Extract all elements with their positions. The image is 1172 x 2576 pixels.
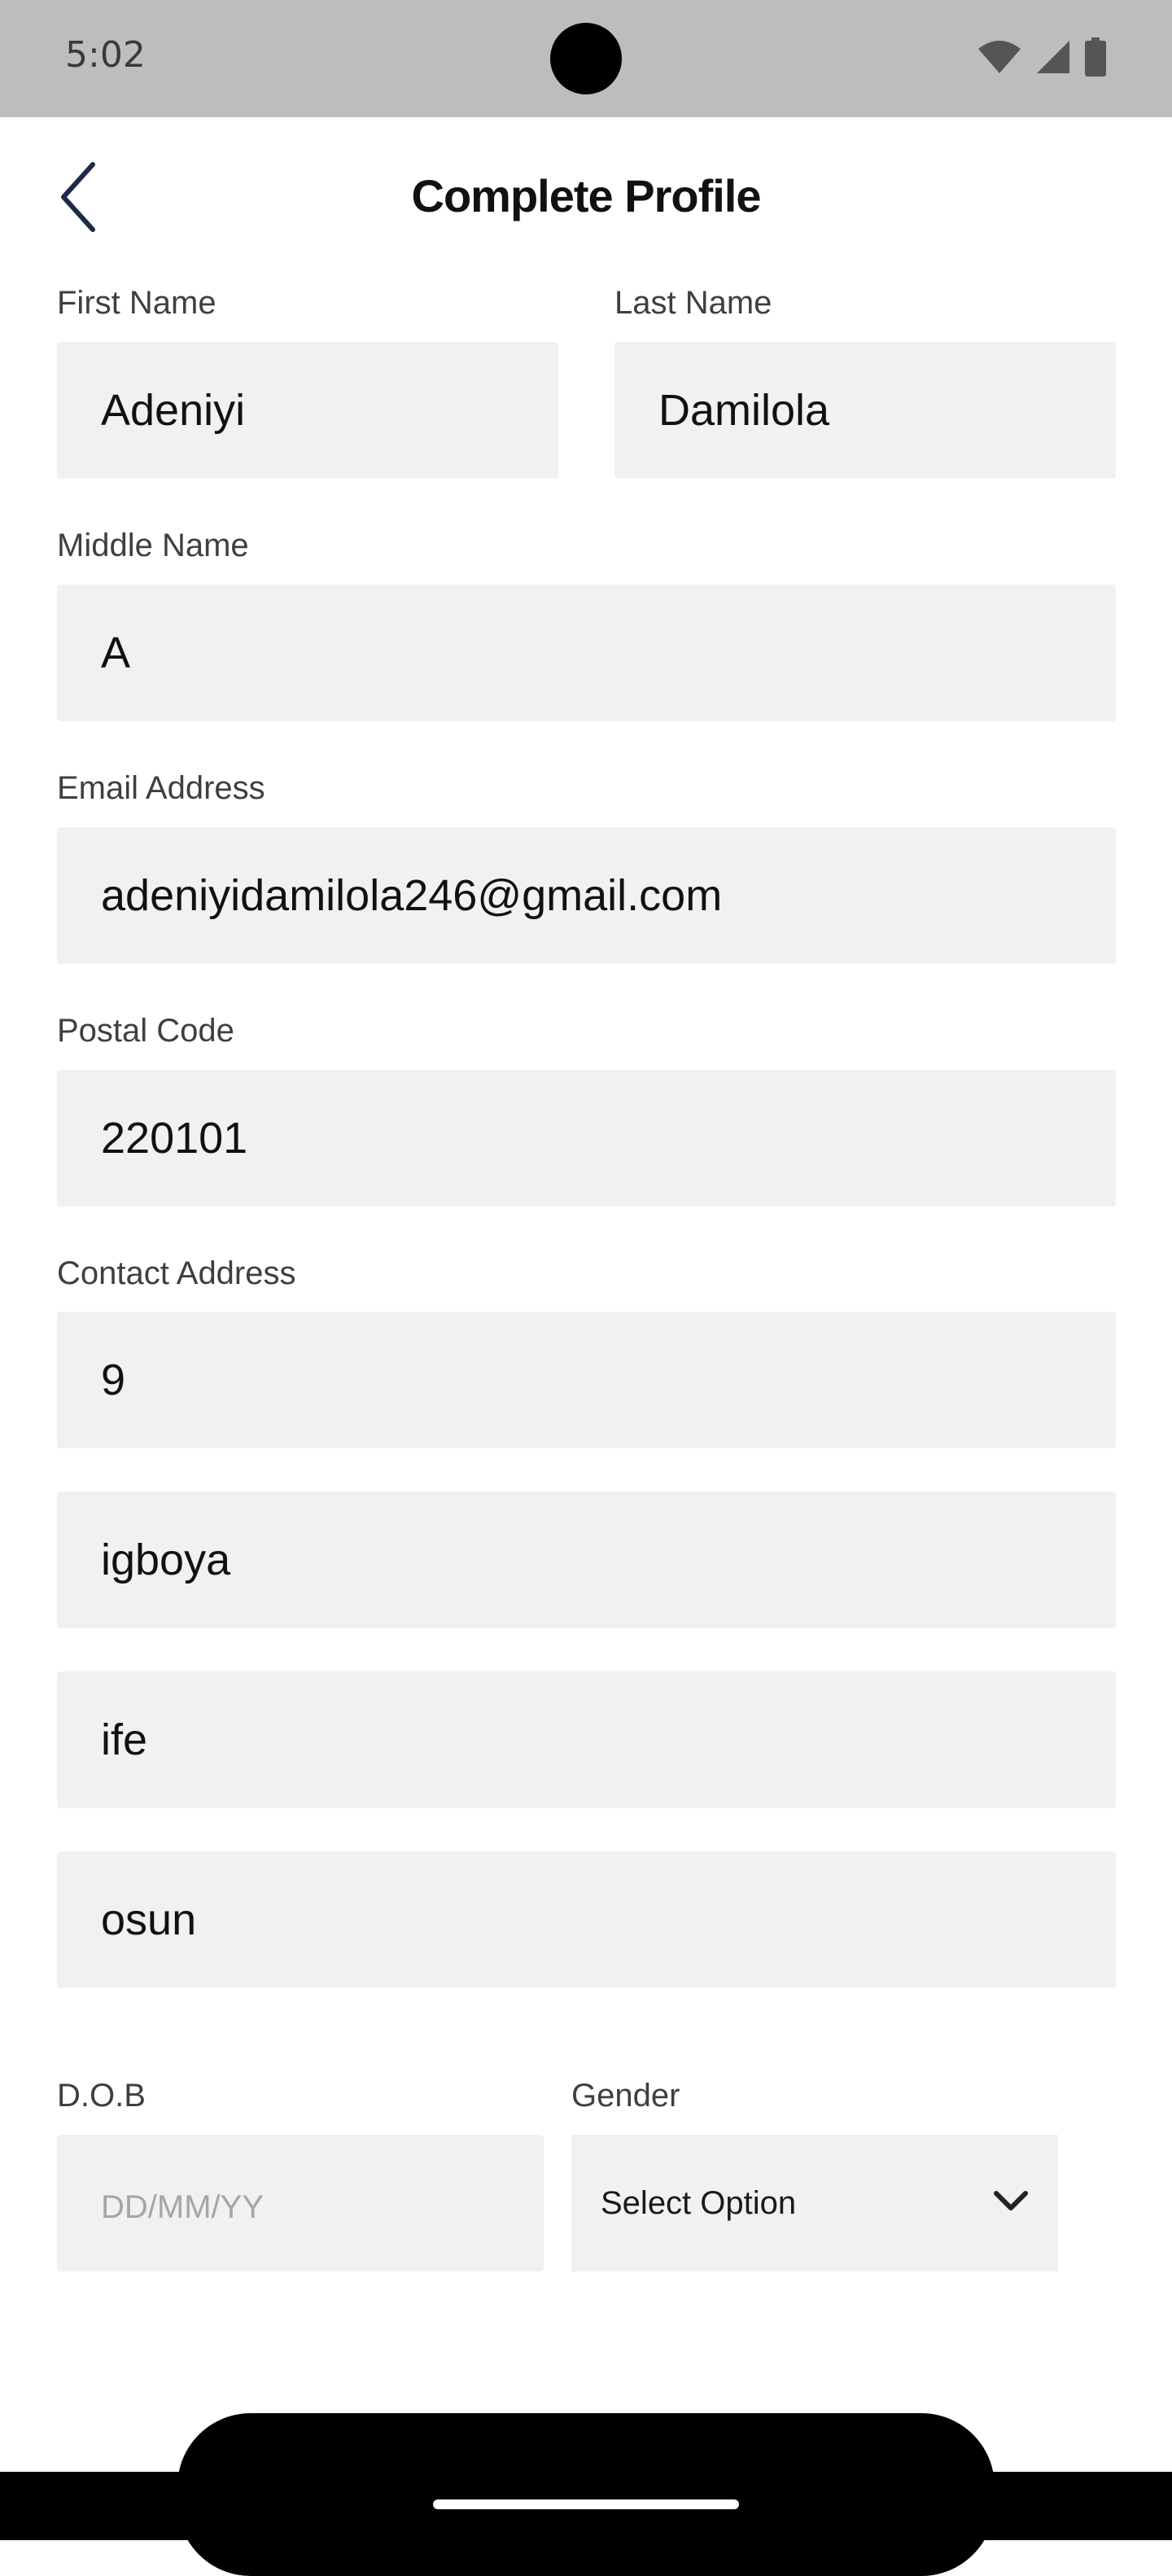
status-icons <box>977 37 1107 77</box>
app-header: Complete Profile <box>0 117 1172 280</box>
camera-cutout <box>550 23 622 94</box>
battery-icon <box>1084 37 1107 77</box>
page-title: Complete Profile <box>411 170 762 221</box>
contact-address-line-3[interactable] <box>57 1671 1116 1808</box>
last-name-field[interactable] <box>614 342 1116 479</box>
postal-code-field[interactable] <box>57 1070 1116 1207</box>
cellular-signal-icon <box>1035 39 1071 75</box>
contact-address-line-2[interactable] <box>57 1492 1116 1628</box>
wifi-icon <box>977 39 1022 75</box>
gender-label: Gender <box>571 2078 680 2114</box>
middle-name-label: Middle Name <box>57 528 249 563</box>
last-name-label: Last Name <box>614 285 772 321</box>
contact-address-line-4[interactable] <box>57 1851 1116 1988</box>
dob-label: D.O.B <box>57 2078 146 2114</box>
status-bar: 5:02 <box>0 0 1172 117</box>
postal-code-label: Postal Code <box>57 1013 234 1049</box>
gender-selected-value: Select Option <box>601 2184 797 2221</box>
first-name-label: First Name <box>57 285 216 321</box>
status-time: 5:02 <box>65 34 146 76</box>
gender-select[interactable]: Select Option <box>571 2135 1058 2272</box>
middle-name-field[interactable] <box>57 585 1116 721</box>
contact-address-line-1[interactable] <box>57 1312 1116 1448</box>
email-field[interactable] <box>57 827 1116 964</box>
contact-address-label: Contact Address <box>57 1255 296 1291</box>
dob-field[interactable] <box>57 2135 544 2272</box>
home-indicator[interactable] <box>433 2499 739 2509</box>
chevron-down-icon <box>993 2190 1029 2217</box>
email-label: Email Address <box>57 770 265 806</box>
first-name-field[interactable] <box>57 342 558 479</box>
